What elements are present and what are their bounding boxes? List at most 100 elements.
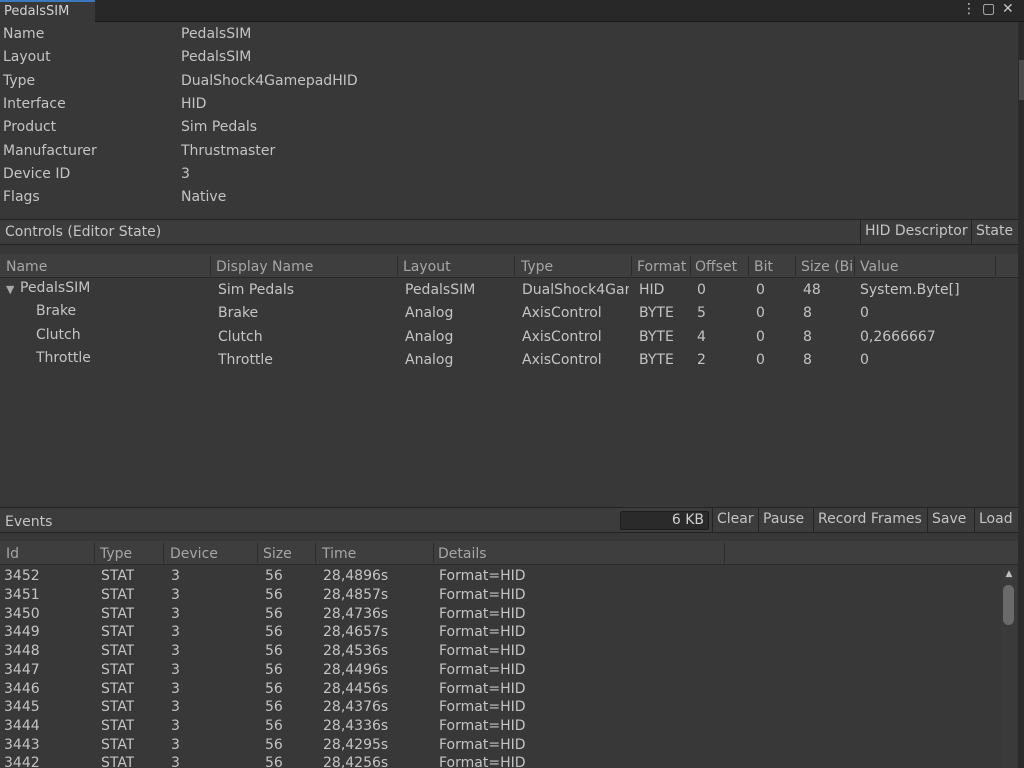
events-table-header: Id Type Device Size Time Details: [0, 541, 1018, 565]
event-time: 28,4736s: [323, 606, 389, 622]
column-header-offset[interactable]: Offset: [695, 259, 747, 277]
column-divider[interactable]: [210, 256, 211, 276]
event-device: 3: [171, 587, 180, 603]
column-divider[interactable]: [94, 543, 95, 563]
column-header-type[interactable]: Type: [100, 546, 160, 564]
column-divider[interactable]: [690, 256, 691, 276]
column-divider[interactable]: [257, 543, 258, 563]
event-id: 3444: [4, 718, 40, 734]
event-time: 28,4256s: [323, 755, 389, 768]
window-tab[interactable]: PedalsSIM: [0, 0, 95, 22]
column-divider[interactable]: [795, 256, 796, 276]
column-header-type[interactable]: Type: [521, 259, 629, 277]
column-divider[interactable]: [163, 543, 164, 563]
column-header-display-name[interactable]: Display Name: [216, 259, 396, 277]
event-time: 28,4536s: [323, 643, 389, 659]
column-header-format[interactable]: Format: [637, 259, 689, 277]
maximize-icon[interactable]: ▢: [982, 1, 995, 17]
column-divider[interactable]: [724, 543, 725, 563]
property-value: Sim Pedals: [181, 119, 258, 135]
event-details: Format=HID: [439, 568, 526, 584]
column-header-device[interactable]: Device: [170, 546, 255, 564]
control-size: 48: [803, 282, 821, 298]
event-size: 56: [265, 624, 283, 640]
control-layout: Analog: [405, 352, 454, 368]
event-details: Format=HID: [439, 606, 526, 622]
column-header-value[interactable]: Value: [860, 259, 990, 277]
load-button[interactable]: Load: [974, 508, 1017, 532]
event-size: 56: [265, 681, 283, 697]
event-id: 3446: [4, 681, 40, 697]
event-details: Format=HID: [439, 718, 526, 734]
property-value: PedalsSIM: [181, 49, 252, 65]
column-header-bit[interactable]: Bit: [754, 259, 794, 277]
column-divider[interactable]: [748, 256, 749, 276]
event-size: 56: [265, 643, 283, 659]
control-type: AxisControl: [522, 352, 602, 368]
column-divider[interactable]: [514, 256, 515, 276]
pause-button[interactable]: Pause: [758, 508, 809, 532]
control-display-name: Brake: [218, 305, 259, 321]
control-value: 0,2666667: [860, 329, 936, 345]
window-scrollbar[interactable]: [1018, 22, 1024, 768]
property-label: Device ID: [3, 166, 71, 182]
column-header-time[interactable]: Time: [322, 546, 432, 564]
control-bit: 0: [756, 352, 765, 368]
control-display-name: Throttle: [218, 352, 273, 368]
window-scrollbar-thumb[interactable]: [1019, 60, 1024, 100]
event-details: Format=HID: [439, 624, 526, 640]
state-button[interactable]: State: [971, 220, 1018, 244]
events-title: Events: [5, 514, 53, 530]
event-time: 28,4657s: [323, 624, 389, 640]
column-divider[interactable]: [315, 543, 316, 563]
control-name: Clutch: [36, 327, 81, 343]
column-header-id[interactable]: Id: [6, 546, 91, 564]
scroll-up-arrow-icon[interactable]: ▲: [1003, 569, 1015, 579]
control-bit: 0: [756, 305, 765, 321]
event-device: 3: [171, 681, 180, 697]
control-value: System.Byte[]: [860, 282, 960, 298]
column-header-size[interactable]: Size: [263, 546, 313, 564]
event-device: 3: [171, 737, 180, 753]
column-divider[interactable]: [433, 543, 434, 563]
clear-button[interactable]: Clear: [712, 508, 758, 532]
property-label: Name: [3, 26, 45, 42]
event-id: 3447: [4, 662, 40, 678]
events-list[interactable]: 3452 STAT 3 56 28,4896s Format=HID 3451 …: [0, 566, 1000, 768]
close-icon[interactable]: ✕: [1002, 1, 1014, 17]
event-size: 56: [265, 699, 283, 715]
property-label: Interface: [3, 96, 66, 112]
event-details: Format=HID: [439, 681, 526, 697]
column-header-details[interactable]: Details: [438, 546, 718, 564]
event-type: STAT: [101, 643, 135, 659]
column-header-size[interactable]: Size (Bi: [801, 259, 853, 277]
property-value: PedalsSIM: [181, 26, 252, 42]
column-divider[interactable]: [397, 256, 398, 276]
column-divider[interactable]: [631, 256, 632, 276]
more-options-icon[interactable]: ⋮: [962, 1, 976, 17]
property-value: Native: [181, 189, 227, 205]
record-frames-button[interactable]: Record Frames: [813, 508, 926, 532]
event-size: 56: [265, 718, 283, 734]
column-header-layout[interactable]: Layout: [403, 259, 513, 277]
control-format: BYTE: [639, 352, 674, 368]
event-size: 56: [265, 755, 283, 768]
control-offset: 5: [697, 305, 706, 321]
event-type: STAT: [101, 699, 135, 715]
event-size: 56: [265, 587, 283, 603]
column-header-name[interactable]: Name: [6, 259, 206, 277]
control-name: Throttle: [36, 350, 91, 366]
column-divider[interactable]: [854, 256, 855, 276]
control-type: DualShock4Gar: [522, 282, 629, 298]
event-size: 56: [265, 606, 283, 622]
column-divider[interactable]: [995, 256, 996, 276]
event-details: Format=HID: [439, 737, 526, 753]
save-button[interactable]: Save: [927, 508, 971, 532]
hid-descriptor-button[interactable]: HID Descriptor: [860, 220, 972, 244]
control-value: 0: [860, 352, 869, 368]
expand-arrow-icon[interactable]: ▼: [6, 283, 14, 296]
controls-section-header: Controls (Editor State) HID Descriptor S…: [0, 219, 1018, 245]
control-layout: PedalsSIM: [405, 282, 476, 298]
events-scrollbar-thumb[interactable]: [1003, 585, 1014, 625]
event-type: STAT: [101, 662, 135, 678]
